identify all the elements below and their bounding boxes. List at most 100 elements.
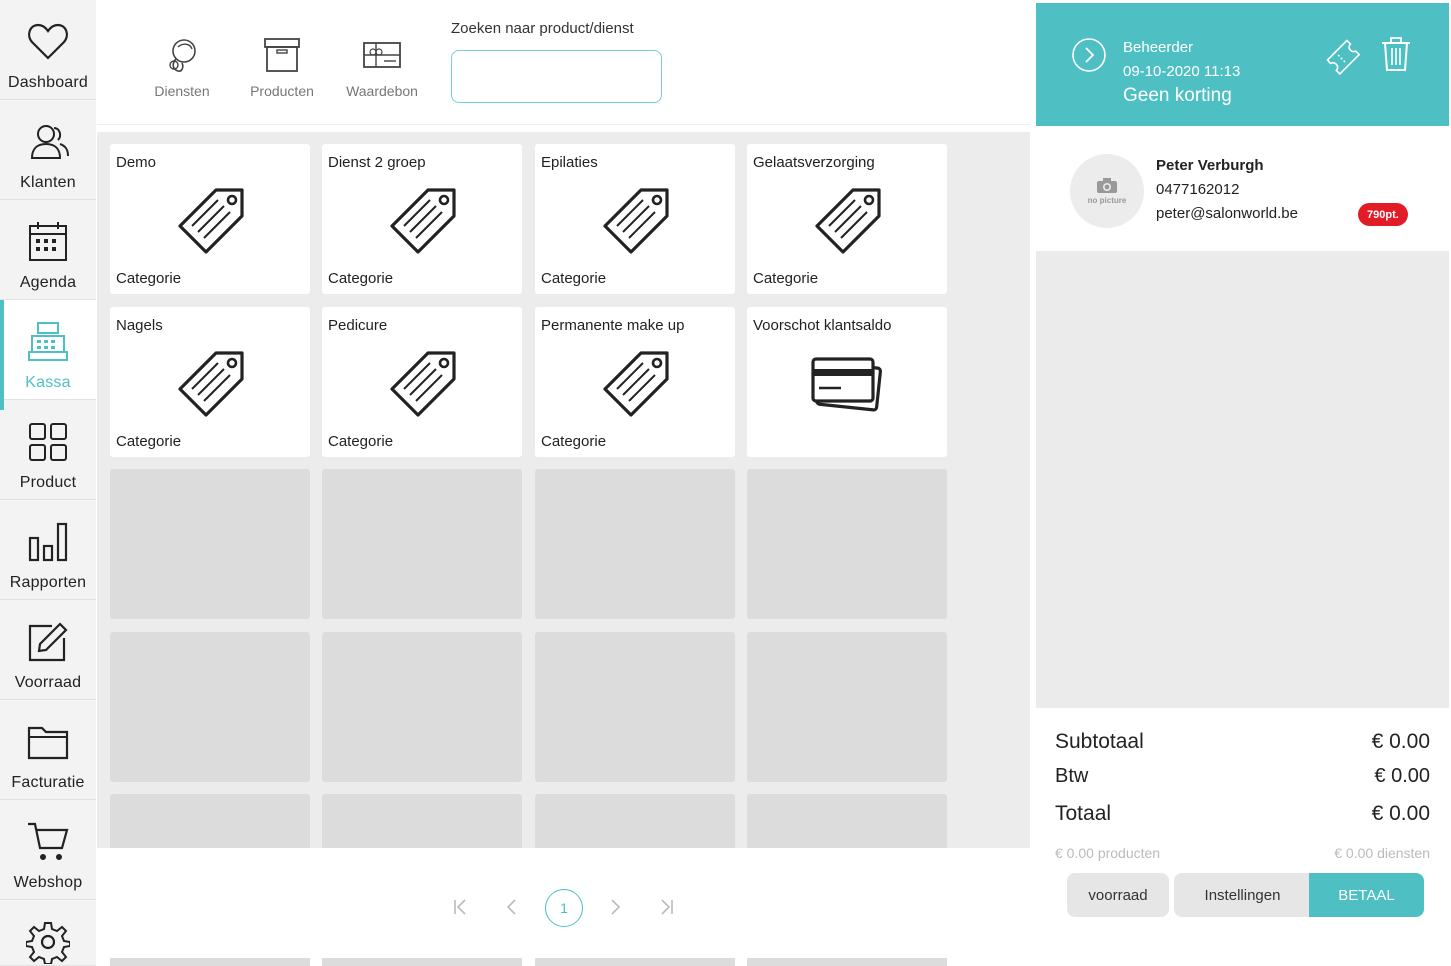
tile-category: Categorie [116, 270, 182, 287]
next-page-button[interactable] [597, 888, 633, 926]
sidebar-item-rapporten[interactable]: Rapporten [0, 500, 96, 600]
sidebar-item-kassa[interactable]: Kassa [0, 300, 96, 410]
customer-phone: 0477162012 [1156, 181, 1240, 198]
voorraad-button[interactable]: voorraad [1067, 873, 1169, 917]
first-page-button[interactable] [443, 888, 479, 926]
services-summary: € 0.00 diensten [1334, 845, 1430, 861]
tag-icon [603, 351, 669, 417]
sidebar-item-label: Klanten [20, 174, 76, 191]
diensten-label: Diensten [154, 83, 210, 99]
sidebar-item-facturatie[interactable]: Facturatie [0, 700, 96, 800]
toolbar: Diensten Producten Waardebon Zoeken naar… [97, 3, 1030, 125]
producten-label: Producten [250, 83, 314, 99]
sidebar-item-settings[interactable] [0, 900, 96, 966]
tile-category: Categorie [541, 270, 607, 287]
tile-permanente-make-up[interactable]: Permanente make up Categorie [535, 307, 735, 457]
tile-category: Categorie [541, 433, 607, 450]
avatar: no picture [1070, 154, 1144, 228]
tile-category: Categorie [328, 433, 394, 450]
last-page-icon [661, 899, 673, 915]
customer-email: peter@salonworld.be [1156, 205, 1298, 222]
points-badge: 790pt. [1358, 203, 1408, 226]
producten-button[interactable]: Producten [232, 35, 332, 99]
ticket-panel: Beheerder 09-10-2020 11:13 Geen korting … [1036, 3, 1449, 966]
subtotal-row: Subtotaal € 0.00 [1055, 730, 1430, 754]
total-value: € 0.00 [1371, 802, 1430, 825]
sidebar-item-voorraad[interactable]: Voorraad [0, 600, 96, 700]
chevron-left-icon [506, 899, 516, 915]
tile-nagels[interactable]: Nagels Categorie [110, 307, 310, 457]
gift-voucher-icon [363, 42, 401, 68]
diensten-button[interactable]: Diensten [132, 35, 232, 99]
customer-card[interactable]: no picture Peter Verburgh 0477162012 pet… [1036, 126, 1449, 251]
last-page-button[interactable] [648, 888, 684, 926]
empty-tile [322, 958, 522, 966]
tile-name: Dienst 2 groep [328, 154, 426, 171]
waardebon-button[interactable]: Waardebon [332, 35, 432, 99]
sidebar-item-webshop[interactable]: Webshop [0, 800, 96, 900]
waardebon-label: Waardebon [346, 83, 418, 99]
tile-voorschot-klantsaldo[interactable]: Voorschot klantsaldo [747, 307, 947, 457]
ticket-discount-icon[interactable] [1324, 37, 1362, 75]
empty-tile [322, 632, 522, 782]
empty-tile [110, 794, 310, 848]
trash-icon[interactable] [1380, 36, 1412, 72]
sidebar-item-label: Kassa [25, 374, 71, 391]
grid-overflow-strip [97, 946, 1030, 966]
pagination: 1 [97, 848, 1030, 946]
tile-category: Categorie [753, 270, 819, 287]
tile-epilaties[interactable]: Epilaties Categorie [535, 144, 735, 294]
pay-button[interactable]: BETAAL [1309, 873, 1424, 917]
tile-category: Categorie [116, 433, 182, 450]
credit-card-icon [811, 357, 883, 412]
sidebar-item-product[interactable]: Product [0, 400, 96, 500]
sidebar-item-dashboard[interactable]: Dashboard [0, 0, 96, 100]
sidebar-item-klanten[interactable]: Klanten [0, 100, 96, 200]
subtotal-label: Subtotaal [1055, 730, 1144, 753]
empty-tile [747, 632, 947, 782]
user-role: Beheerder [1123, 39, 1194, 56]
empty-tile [535, 632, 735, 782]
users-icon [30, 125, 69, 159]
search-input[interactable] [451, 50, 662, 103]
empty-tile [747, 469, 947, 619]
folder-icon [27, 726, 69, 760]
tile-name: Demo [116, 154, 157, 171]
tile-gelaatsverzorging[interactable]: Gelaatsverzorging Categorie [747, 144, 947, 294]
tile-dienst-2-groep[interactable]: Dienst 2 groep Categorie [322, 144, 522, 294]
sidebar-item-label: Voorraad [14, 674, 82, 691]
empty-tile [747, 794, 947, 848]
tag-icon [815, 188, 881, 254]
camera-icon [1097, 177, 1117, 193]
tile-name: Pedicure [328, 317, 388, 334]
gear-icon [26, 922, 70, 964]
sidebar: Dashboard Klanten Agenda Kassa Product R… [0, 0, 96, 966]
box-icon [264, 38, 300, 72]
sidebar-item-label: Webshop [13, 874, 83, 891]
tile-name: Nagels [116, 317, 163, 334]
discount-status[interactable]: Geen korting [1123, 85, 1232, 107]
totals-section: Subtotaal € 0.00 Btw € 0.00 Totaal € 0.0… [1036, 708, 1449, 966]
empty-tile [535, 794, 735, 848]
empty-tile [110, 958, 310, 966]
tag-icon [178, 351, 244, 417]
sidebar-item-agenda[interactable]: Agenda [0, 200, 96, 300]
tile-pedicure[interactable]: Pedicure Categorie [322, 307, 522, 457]
instellingen-button[interactable]: Instellingen [1174, 873, 1311, 917]
empty-tile [747, 958, 947, 966]
subtotal-value: € 0.00 [1371, 730, 1430, 753]
sidebar-item-label: Product [19, 474, 77, 491]
first-page-icon [454, 899, 466, 915]
grid-icon [29, 423, 67, 461]
current-page[interactable]: 1 [545, 889, 583, 927]
prev-page-button[interactable] [494, 888, 530, 926]
calendar-icon [29, 222, 67, 261]
ticket-datetime: 09-10-2020 11:13 [1123, 63, 1241, 80]
tile-name: Permanente make up [541, 317, 685, 334]
products-summary: € 0.00 producten [1055, 845, 1161, 861]
empty-tile [535, 958, 735, 966]
empty-tile [322, 469, 522, 619]
tag-icon [603, 188, 669, 254]
expand-circle-icon[interactable] [1071, 37, 1107, 73]
tile-demo[interactable]: Demo Categorie [110, 144, 310, 294]
